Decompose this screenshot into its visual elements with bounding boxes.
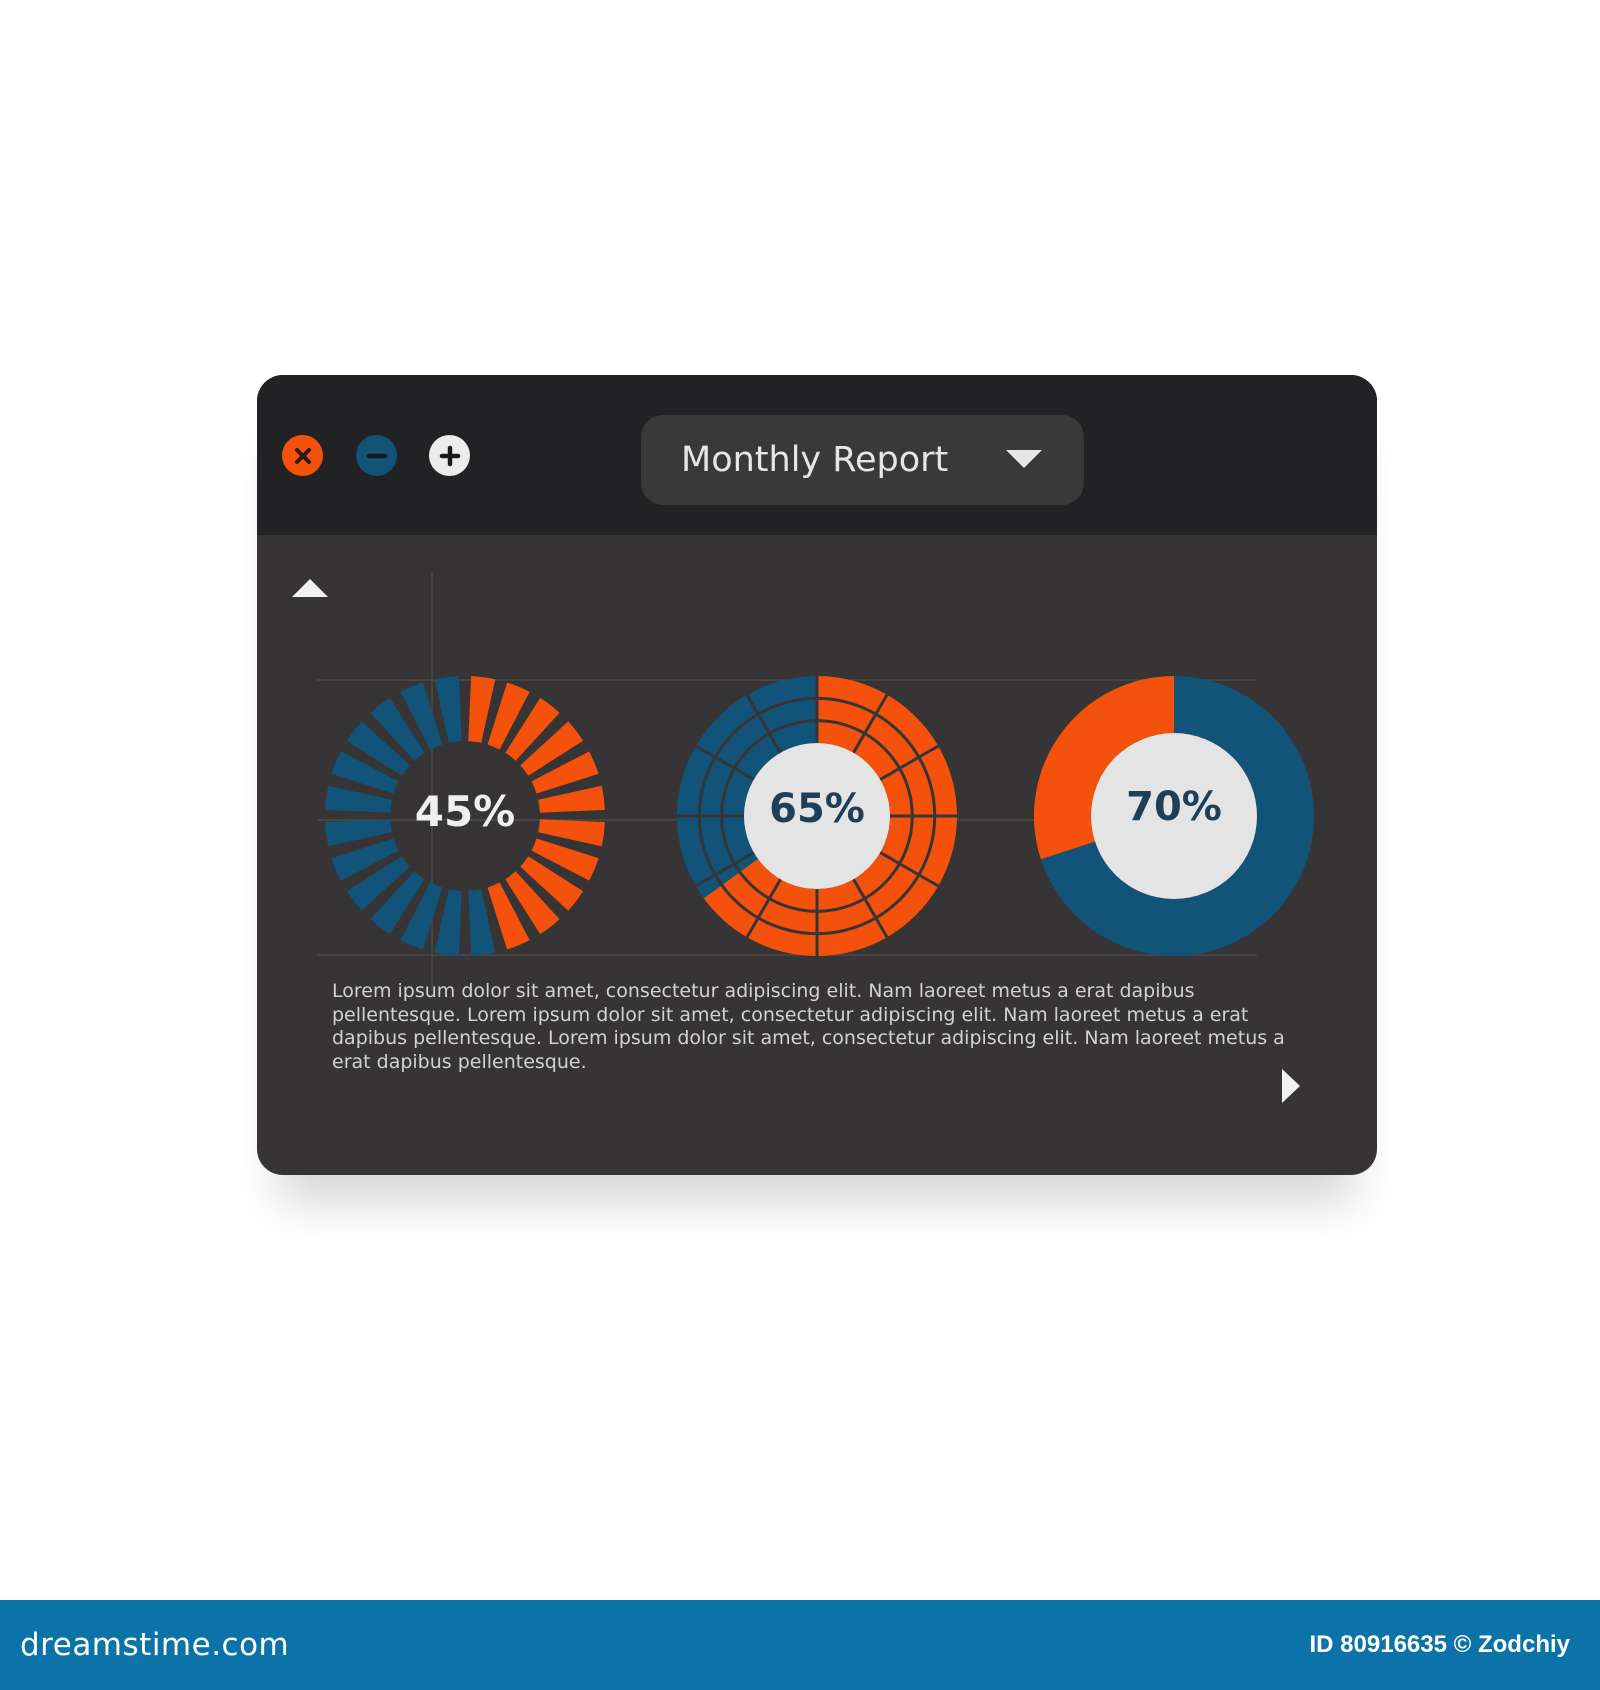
next-button[interactable] xyxy=(1280,1068,1302,1104)
chart-3-value-label: 70% xyxy=(1126,784,1222,830)
footer-brand: dreamstime.com xyxy=(20,1627,290,1663)
minimize-button[interactable] xyxy=(356,435,397,476)
plus-icon xyxy=(439,445,460,466)
report-select-label: Monthly Report xyxy=(681,440,949,480)
report-window: Monthly Report 45% 65% 70% Lorem ipsum d… xyxy=(257,375,1377,1175)
triangle-right-icon xyxy=(1282,1069,1300,1103)
report-description: Lorem ipsum dolor sit amet, consectetur … xyxy=(332,980,1285,1073)
maximize-button[interactable] xyxy=(429,435,470,476)
chart-1-value-label: 45% xyxy=(415,787,516,836)
footer-bar: dreamstime.com ID 80916635 © Zodchiy xyxy=(0,1600,1600,1690)
charts-area: 45% 65% 70% xyxy=(317,573,1315,990)
caret-down-icon xyxy=(1006,450,1042,468)
chart-2-value-label: 65% xyxy=(769,786,865,832)
minus-icon xyxy=(366,453,387,458)
title-bar: Monthly Report xyxy=(257,375,1377,535)
close-button[interactable] xyxy=(282,435,323,476)
close-icon xyxy=(294,447,311,464)
image-id-credit: ID 80916635 © Zodchiy xyxy=(1309,1631,1570,1658)
report-select-dropdown[interactable]: Monthly Report xyxy=(641,415,1084,505)
